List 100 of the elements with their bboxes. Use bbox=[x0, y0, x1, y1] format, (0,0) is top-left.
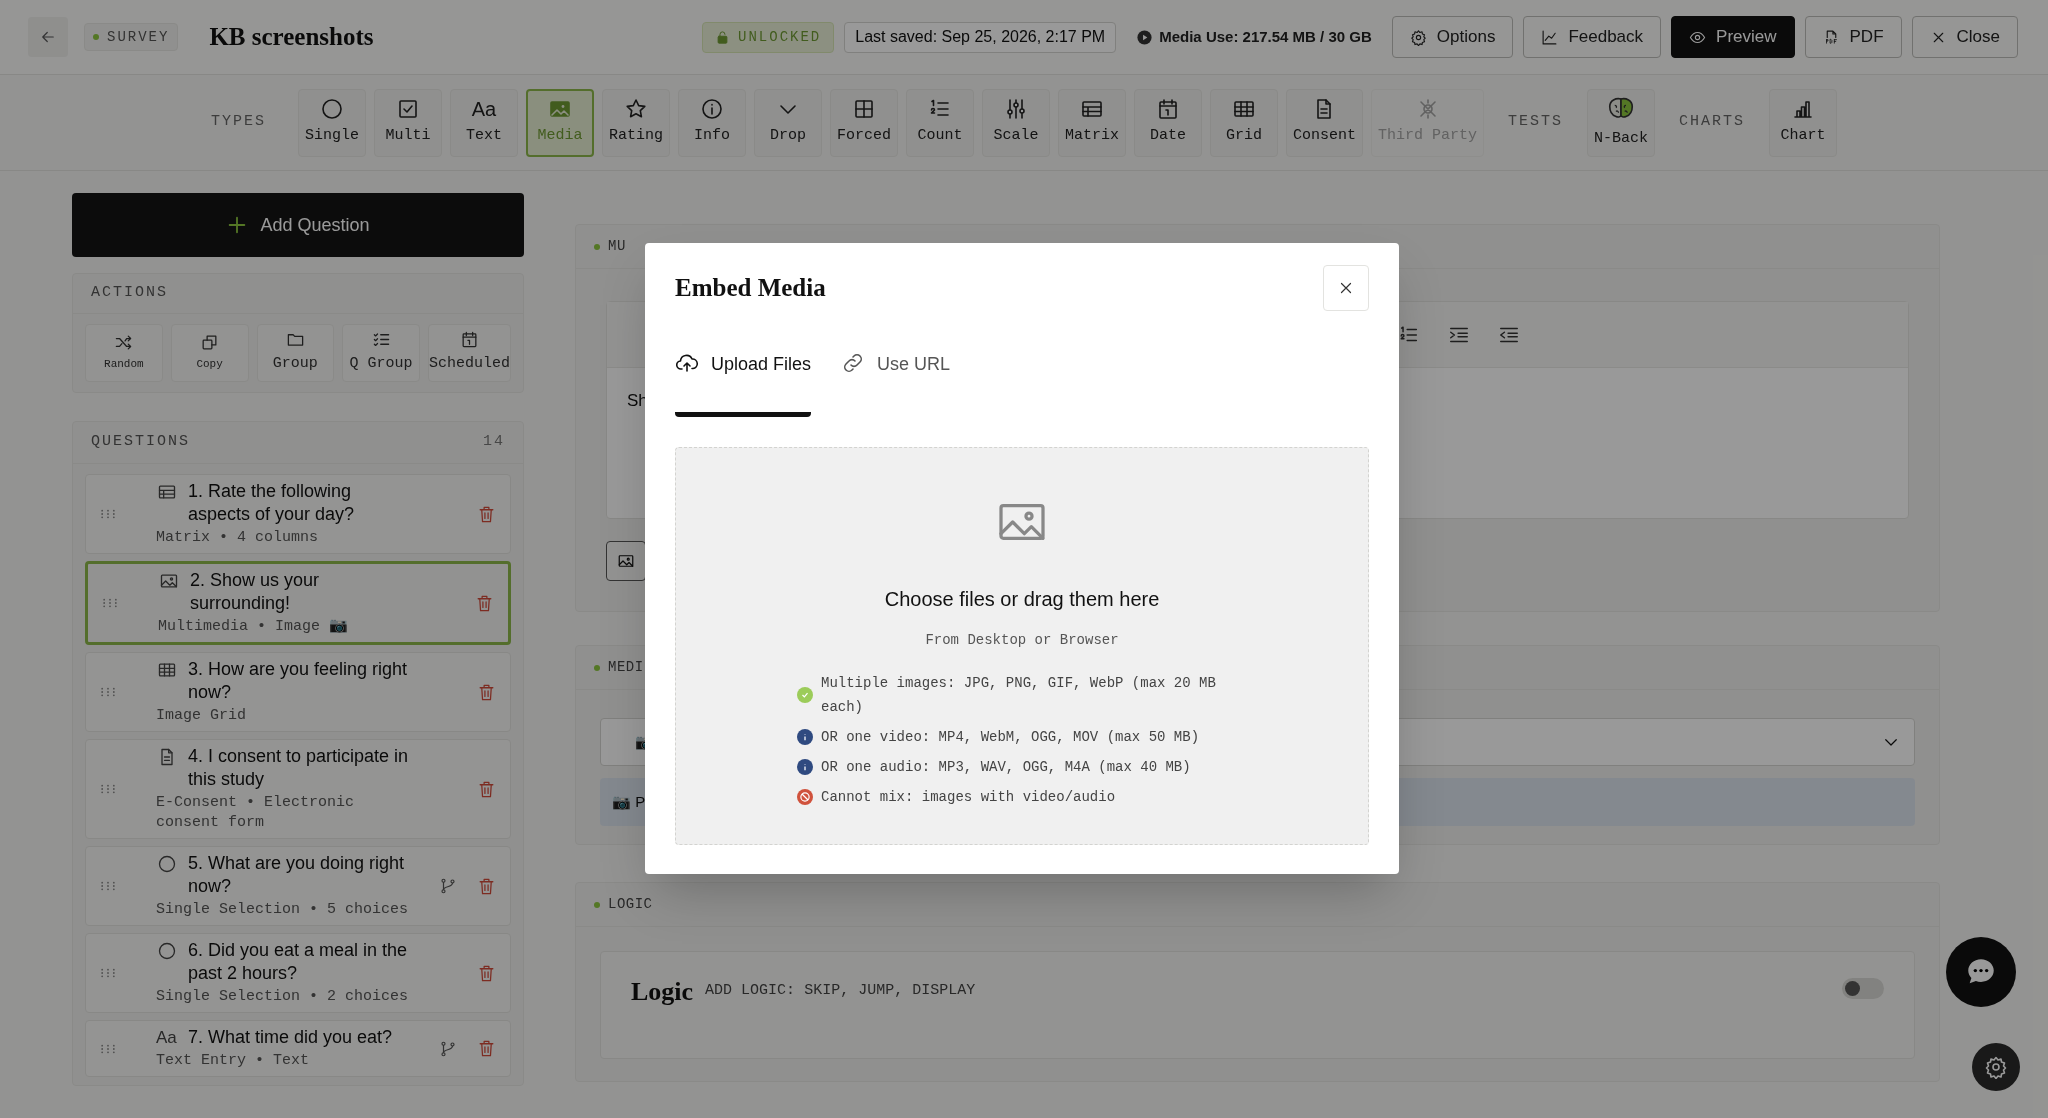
question-row[interactable]: 3. How are you feeling right now? Image Grid bbox=[85, 652, 511, 732]
section-heading: MEDI bbox=[608, 658, 644, 677]
dialog-title: Embed Media bbox=[675, 273, 826, 304]
toolbar-group-label: TYPES bbox=[210, 112, 266, 133]
toolbar-group-label: CHARTS bbox=[1679, 112, 1746, 133]
question-type-button[interactable]: N-Back bbox=[1587, 88, 1656, 157]
lock-icon bbox=[715, 29, 731, 45]
branch-icon bbox=[439, 877, 457, 895]
action-button[interactable]: Q Group bbox=[342, 324, 420, 382]
question-type-button[interactable]: Rating bbox=[601, 88, 670, 157]
media-usage-text: Media Use: 217.54 MB / 30 GB bbox=[1159, 26, 1372, 47]
prohibited-icon bbox=[797, 789, 813, 805]
action-button[interactable]: Random bbox=[85, 324, 163, 382]
question-type-button[interactable]: Drop bbox=[753, 88, 822, 157]
add-question-button[interactable]: Add Question bbox=[72, 193, 524, 257]
dialog-tab[interactable]: Use URL bbox=[841, 351, 951, 417]
question-type-button[interactable]: Date bbox=[1134, 88, 1202, 157]
settings-button[interactable] bbox=[1972, 1043, 2020, 1091]
dialog-tab[interactable]: Upload Files bbox=[675, 351, 812, 417]
question-meta: Single Selection • 2 choices bbox=[156, 987, 410, 1007]
question-meta: E-Consent • Electronic consent form bbox=[156, 793, 356, 833]
header-button[interactable]: Preview bbox=[1671, 16, 1795, 58]
question-type-button[interactable]: Aa Text bbox=[449, 88, 518, 157]
question-meta: Multimedia • Image 📷 bbox=[158, 617, 350, 637]
image-icon bbox=[617, 552, 635, 570]
header-button[interactable]: Feedback bbox=[1523, 16, 1662, 58]
logic-toggle[interactable] bbox=[1842, 978, 1884, 999]
action-button[interactable]: Group bbox=[256, 324, 335, 382]
calendar-icon bbox=[1156, 97, 1180, 122]
header-button[interactable]: PDF bbox=[1804, 16, 1902, 58]
file-drop-zone[interactable] bbox=[675, 447, 1369, 845]
upload-rule-text: Multiple images: JPG, PNG, GIF, WebP (max 20 MB each) bbox=[821, 674, 1217, 717]
insert-image-button[interactable] bbox=[606, 541, 646, 581]
toolbar-group-label: TESTS bbox=[1508, 112, 1564, 133]
header-button[interactable]: Options bbox=[1391, 16, 1514, 58]
question-title: 5. What are you doing right now? bbox=[188, 852, 406, 898]
drop-zone-heading: Choose files or drag them here bbox=[884, 587, 1160, 612]
question-type-button[interactable]: Consent bbox=[1286, 88, 1363, 157]
delete-icon bbox=[477, 682, 496, 702]
header-button[interactable]: Close bbox=[1911, 16, 2018, 58]
settings-icon bbox=[1984, 1055, 2008, 1079]
delete-icon bbox=[477, 963, 496, 983]
drop-zone-subheading: From Desktop or Browser bbox=[925, 631, 1119, 650]
question-title: 3. How are you feeling right now? bbox=[188, 658, 409, 704]
question-meta: Matrix • 4 columns bbox=[156, 528, 320, 548]
question-meta: Single Selection • 5 choices bbox=[156, 900, 410, 920]
action-button[interactable]: Copy bbox=[170, 324, 249, 382]
question-row[interactable]: 4. I consent to participate in this study E-Consent • Electronic consent form bbox=[85, 739, 511, 839]
survey-title: KB screenshots bbox=[209, 22, 374, 53]
question-type-button[interactable]: Forced bbox=[829, 88, 898, 157]
delete-icon bbox=[475, 593, 494, 613]
action-button[interactable]: Scheduled bbox=[428, 324, 511, 382]
delete-icon bbox=[477, 779, 496, 799]
question-title: 4. I consent to participate in this study bbox=[188, 745, 410, 791]
upload-rule-text: OR one video: MP4, WebM, OGG, MOV (max 50 MB) bbox=[821, 728, 1200, 747]
circle-icon bbox=[319, 97, 344, 122]
question-row[interactable]: Aa 7. What time did you eat? Text Entry • Text bbox=[85, 1020, 511, 1077]
last-saved-text: Last saved: Sep 25, 2026, 2:17 PM bbox=[844, 21, 1117, 53]
calendar-icon bbox=[460, 330, 479, 350]
lock-status-badge: UNLOCKED bbox=[702, 21, 835, 53]
question-title: 2. Show us your surrounding! bbox=[190, 569, 321, 615]
survey-badge: SURVEY bbox=[84, 23, 179, 51]
question-row[interactable]: 2. Show us your surrounding! Multimedia • Image 📷 bbox=[85, 561, 511, 645]
panel-heading: QUESTIONS bbox=[91, 432, 190, 453]
question-row[interactable]: 5. What are you doing right now? Single Selection • 5 choices bbox=[85, 846, 511, 926]
circle-icon bbox=[157, 854, 177, 874]
upload-rule-text: OR one audio: MP3, WAV, OGG, M4A (max 40 MB) bbox=[821, 758, 1191, 777]
question-type-button[interactable]: Matrix bbox=[1057, 88, 1126, 157]
logic-title: Logic bbox=[631, 976, 694, 1008]
settings-icon bbox=[1409, 28, 1427, 46]
question-type-button[interactable]: Count bbox=[905, 88, 974, 157]
panel-heading: ACTIONS bbox=[73, 274, 523, 314]
question-title: 7. What time did you eat? bbox=[188, 1026, 394, 1049]
line-chart-icon bbox=[1541, 28, 1559, 46]
question-title: 1. Rate the following aspects of your day? bbox=[188, 480, 356, 526]
section-heading: MU bbox=[608, 237, 626, 256]
question-row[interactable]: 1. Rate the following aspects of your day? Matrix • 4 columns bbox=[85, 474, 511, 554]
question-type-button[interactable]: Grid bbox=[1210, 88, 1278, 157]
question-type-button[interactable]: Single bbox=[297, 88, 366, 157]
text-type-icon: Aa bbox=[471, 97, 497, 122]
question-row[interactable]: 6. Did you eat a meal in the past 2 hours? Single Selection • 2 choices bbox=[85, 933, 511, 1013]
section-heading: LOGIC bbox=[608, 895, 653, 914]
delete-icon bbox=[477, 504, 496, 524]
branch-icon bbox=[439, 1039, 457, 1058]
info-icon bbox=[699, 97, 724, 122]
question-meta: Text Entry • Text bbox=[156, 1051, 311, 1071]
question-type-button[interactable]: Scale bbox=[981, 88, 1050, 157]
question-type-button[interactable]: Info bbox=[677, 88, 746, 157]
circle-icon bbox=[157, 941, 177, 961]
question-type-button[interactable]: Multi bbox=[373, 88, 442, 157]
text-type-icon: Aa bbox=[156, 1026, 178, 1049]
question-title: 6. Did you eat a meal in the past 2 hours? bbox=[188, 939, 409, 985]
play-icon bbox=[1136, 28, 1154, 46]
question-meta: Image Grid bbox=[156, 706, 247, 726]
question-type-button[interactable]: Chart bbox=[1769, 88, 1838, 157]
delete-icon bbox=[477, 1039, 496, 1058]
logic-subtitle: ADD LOGIC: SKIP, JUMP, DISPLAY bbox=[705, 981, 976, 1001]
upload-rule-text: Cannot mix: images with video/audio bbox=[821, 788, 1116, 807]
question-count: 14 bbox=[483, 432, 505, 453]
delete-icon bbox=[477, 876, 496, 896]
